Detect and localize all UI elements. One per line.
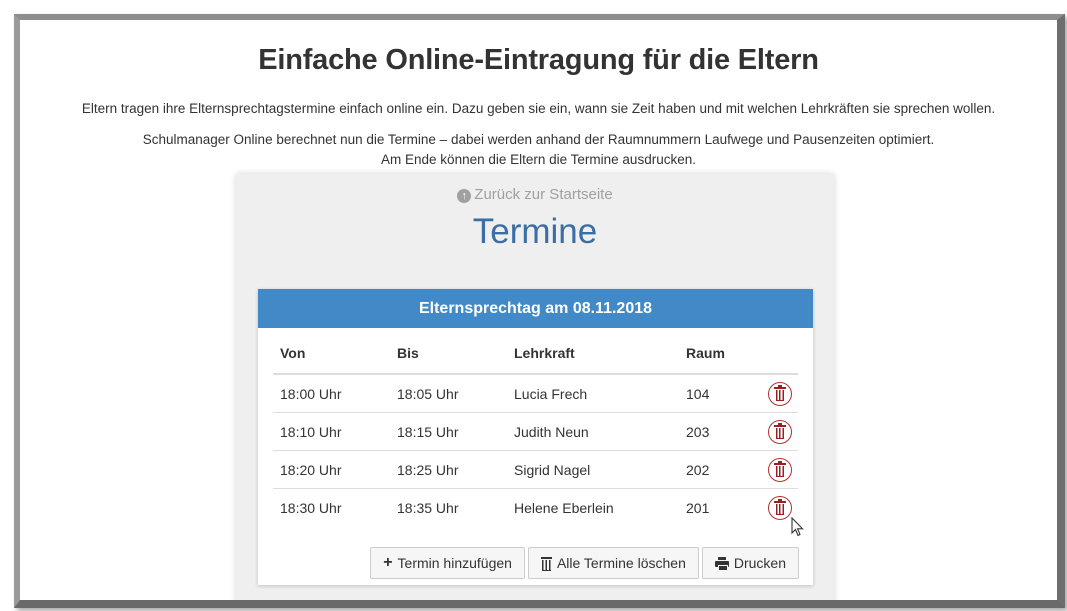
circle-arrow-up-icon: ↑ — [457, 189, 472, 203]
cell-lehrkraft: Helene Eberlein — [514, 499, 614, 516]
trash-icon — [540, 556, 552, 571]
column-header-actions — [761, 333, 798, 375]
mouse-cursor-icon — [791, 517, 804, 537]
delete-all-button[interactable]: Alle Termine löschen — [527, 547, 699, 579]
cell-raum: 202 — [679, 450, 761, 489]
card-button-row: + Termin hinzufügen Alle Termine löschen… — [370, 547, 799, 579]
cell-bis: 18:05 Uhr — [390, 374, 507, 413]
intro-line-2: Schulmanager Online berechnet nun die Te… — [142, 132, 935, 147]
table-row: 18:20 Uhr 18:25 Uhr Sigrid Nagel 202 — [273, 450, 798, 489]
cell-von: 18:20 Uhr — [273, 450, 390, 489]
page-content: Einfache Online-Eintragung für die Elter… — [20, 20, 1057, 600]
cell-von: 18:30 Uhr — [280, 499, 342, 516]
table-row: 18:00 Uhr 18:05 Uhr Lucia Frech 104 — [273, 374, 798, 413]
cell-raum: 104 — [679, 374, 761, 413]
column-header-raum: Raum — [679, 333, 761, 375]
printer-icon — [714, 557, 729, 571]
table-row: 18:30 Uhr 18:35 Uhr Helene Eberlein 201 — [273, 489, 798, 527]
cell-actions — [761, 412, 798, 451]
appointments-table: Von Bis Lehrkraft Raum 18:00 Uhr 18:05 U… — [273, 333, 798, 526]
cell-raum: 201 — [686, 499, 710, 516]
add-appointment-label: Termin hinzufügen — [397, 555, 512, 571]
delete-appointment-button[interactable] — [768, 381, 792, 406]
cell-bis: 18:35 Uhr — [397, 499, 459, 516]
cell-lehrkraft: Judith Neun — [507, 412, 679, 451]
intro-line-1: Eltern tragen ihre Elternsprechtagstermi… — [81, 101, 996, 116]
appointments-panel: ↑ Zurück zur Startseite Termine Elternspr… — [236, 174, 834, 600]
back-link-label: Zurück zur Startseite — [474, 186, 613, 203]
cell-bis: 18:15 Uhr — [390, 412, 507, 451]
column-header-lehrkraft: Lehrkraft — [507, 333, 679, 375]
cell-actions — [761, 374, 798, 413]
table-header-row: Von Bis Lehrkraft Raum — [273, 333, 798, 375]
cell-raum: 203 — [679, 412, 761, 451]
print-button[interactable]: Drucken — [701, 547, 799, 579]
column-header-von: Von — [273, 333, 390, 375]
trash-icon — [774, 422, 786, 439]
delete-appointment-button[interactable] — [768, 495, 792, 520]
cell-lehrkraft: Sigrid Nagel — [507, 450, 679, 489]
card-header: Elternsprechtag am 08.11.2018 — [258, 289, 813, 328]
intro-line-3: Am Ende können die Eltern die Termine au… — [381, 152, 696, 167]
delete-all-label: Alle Termine löschen — [556, 555, 686, 571]
cell-bis: 18:25 Uhr — [390, 450, 507, 489]
column-header-bis: Bis — [390, 333, 507, 375]
trash-icon — [774, 498, 786, 515]
delete-appointment-button[interactable] — [768, 457, 792, 482]
trash-icon — [774, 384, 786, 401]
add-appointment-button[interactable]: + Termin hinzufügen — [370, 547, 525, 579]
plus-icon: + — [383, 554, 393, 571]
table-row: 18:10 Uhr 18:15 Uhr Judith Neun 203 — [273, 412, 798, 451]
panel-title: Termine — [472, 212, 598, 251]
cell-von: 18:10 Uhr — [273, 412, 390, 451]
cell-von: 18:00 Uhr — [273, 374, 390, 413]
cell-actions — [761, 450, 798, 489]
trash-icon — [774, 460, 786, 477]
back-to-start-link[interactable]: ↑ Zurück zur Startseite — [236, 186, 834, 203]
slanted-frame: Einfache Online-Eintragung für die Elter… — [14, 14, 1065, 608]
cell-lehrkraft: Lucia Frech — [507, 374, 679, 413]
print-label: Drucken — [733, 555, 786, 571]
appointments-card: Elternsprechtag am 08.11.2018 Von Bis Le… — [258, 289, 813, 585]
page-headline: Einfache Online-Eintragung für die Elter… — [258, 44, 819, 76]
delete-appointment-button[interactable] — [768, 419, 792, 444]
